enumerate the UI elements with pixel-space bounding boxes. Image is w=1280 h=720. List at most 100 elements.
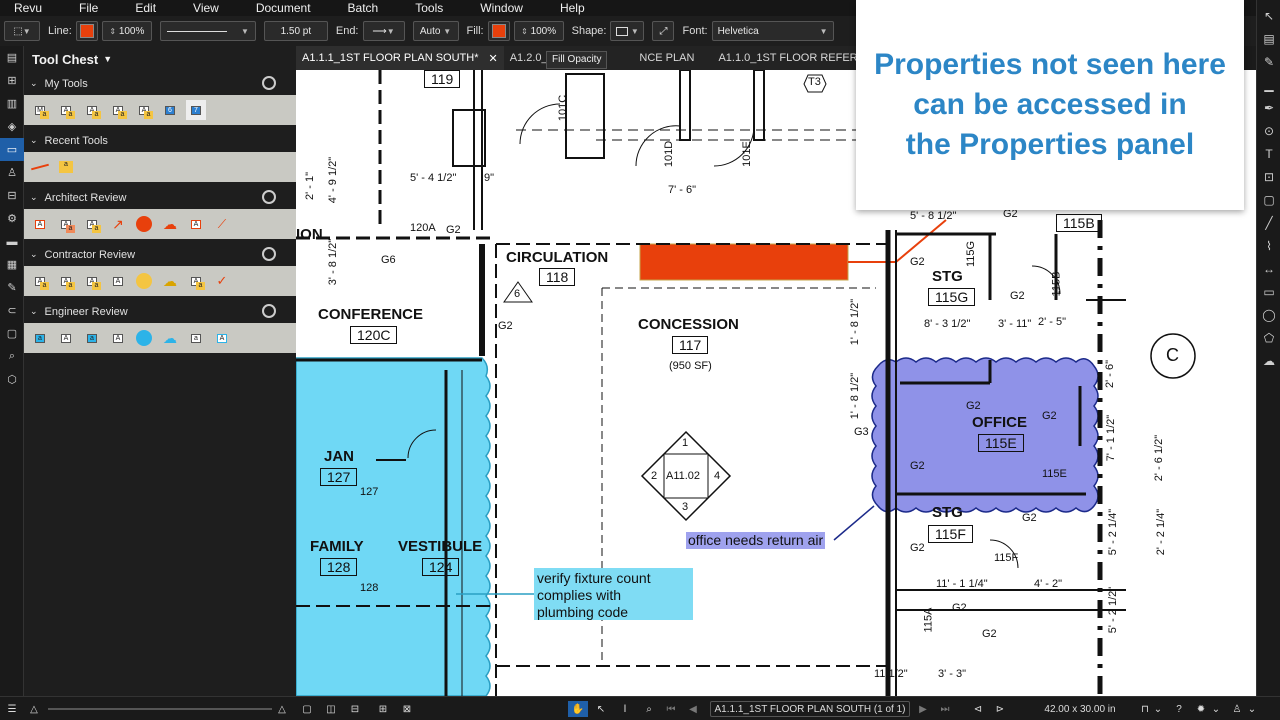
section-recent-tools-header[interactable]: ⌄ Recent Tools (24, 131, 296, 150)
stamp-tool[interactable] (134, 271, 154, 291)
markup-icon[interactable]: ✎ (1257, 50, 1280, 73)
recent-callout-tool[interactable]: a (56, 157, 76, 177)
line-start-dropdown[interactable]: Auto ▼ (412, 21, 459, 41)
polygon-icon[interactable]: ⬠ (1257, 326, 1280, 349)
tool-item[interactable]: Aa (108, 100, 128, 120)
zoom-slider[interactable] (48, 701, 272, 717)
warning-icon[interactable]: △ (276, 701, 288, 717)
cloud-icon[interactable]: ☁ (1257, 349, 1280, 372)
search-icon[interactable]: ⌕ (0, 345, 24, 368)
section-engineer-review-header[interactable]: ⌄ Engineer Review (24, 302, 296, 321)
tool-chest-title[interactable]: Tool Chest ▼ (24, 46, 296, 72)
cyan-cloud-markup[interactable] (296, 357, 491, 696)
callout-icon[interactable]: ⊡ (1257, 165, 1280, 188)
properties-icon[interactable]: ▤ (1257, 27, 1280, 50)
tool-item[interactable]: a (82, 328, 102, 348)
section-architect-review-header[interactable]: ⌄ Architect Review (24, 188, 296, 207)
tool-item[interactable]: Aa (134, 100, 154, 120)
pan-hand-icon[interactable]: ✋ (568, 701, 588, 717)
select-pointer-icon[interactable]: ↖ (594, 701, 608, 717)
orange-rectangle-markup[interactable] (639, 219, 947, 281)
tool-item[interactable]: Aa (82, 271, 102, 291)
pen-icon[interactable]: ✒ (1257, 96, 1280, 119)
tool-item[interactable]: A (186, 214, 206, 234)
lock-icon[interactable]: ⊓ (1138, 701, 1152, 717)
markups-list-icon[interactable]: ▦ (0, 253, 24, 276)
arrow-icon[interactable]: ↔ (1257, 257, 1280, 280)
fixture-callout[interactable]: verify fixture count complies with plumb… (534, 568, 693, 620)
tool-item[interactable]: Ma (30, 100, 50, 120)
file-access-icon[interactable]: ▥ (0, 92, 24, 115)
polyline-icon[interactable]: ⌇ (1257, 234, 1280, 257)
triangle-icon[interactable]: △ (28, 701, 40, 717)
font-dropdown[interactable]: Helvetica ▼ (711, 21, 834, 41)
tool-item[interactable]: A (56, 328, 76, 348)
tool-item[interactable]: A (108, 271, 128, 291)
tab-reference-plan[interactable]: NCE PLAN (633, 46, 700, 70)
layers-icon[interactable]: ◈ (0, 115, 24, 138)
tool-item[interactable]: Aa (56, 271, 76, 291)
highlight-icon[interactable]: ▁ (1257, 73, 1280, 96)
chevron-down-icon[interactable]: ⌄ (1152, 701, 1164, 717)
pointer-icon[interactable]: ↖ (1257, 4, 1280, 27)
tool-item[interactable]: Aa (186, 271, 206, 291)
prev-page-icon[interactable]: ◀ (686, 701, 700, 717)
tab-floor-plan-south[interactable]: A1.1.1_1ST FLOOR PLAN SOUTH* ✕ (296, 46, 504, 70)
edit-shape-button[interactable]: ⤢ (652, 21, 675, 41)
tool-item[interactable]: Aa (56, 100, 76, 120)
line-color-button[interactable] (75, 21, 98, 41)
forms-icon[interactable]: ▢ (0, 322, 24, 345)
tool-item[interactable]: A (108, 328, 128, 348)
compare-icon[interactable]: ⊠ (400, 701, 414, 717)
note-icon[interactable]: ▢ (1257, 188, 1280, 211)
gear-icon[interactable] (262, 304, 276, 318)
tool-item[interactable]: Aa (30, 271, 50, 291)
select-tool-dropdown[interactable]: ⬚ ▼ (4, 21, 40, 41)
links-icon[interactable]: ⊂ (0, 299, 24, 322)
pen-icon[interactable]: ✎ (0, 276, 24, 299)
fill-opacity-stepper[interactable]: ⇕ 100% (513, 21, 564, 41)
tool-item[interactable]: 6 (160, 100, 180, 120)
check-tool[interactable]: ✓ (212, 271, 232, 291)
tool-chest-icon[interactable]: ▭ (0, 138, 24, 161)
user-icon[interactable]: ♙ (1230, 701, 1244, 717)
chevron-down-icon[interactable]: ⌄ (1210, 701, 1222, 717)
split-horizontal-icon[interactable]: ⊟ (348, 701, 362, 717)
tool-item[interactable]: 7 (186, 100, 206, 120)
menu-revu[interactable]: Revu (0, 1, 42, 15)
menu-edit[interactable]: Edit (121, 1, 156, 15)
recent-line-tool[interactable] (30, 157, 50, 177)
line-width-field[interactable]: 1.50 pt (263, 21, 328, 41)
menu-help[interactable]: Help (546, 1, 585, 15)
stamp-icon[interactable]: ⊙ (1257, 119, 1280, 142)
line-icon[interactable]: ╱ (1257, 211, 1280, 234)
chevron-down-icon[interactable]: ⌄ (1246, 701, 1258, 717)
text-select-icon[interactable]: Ⅰ (618, 701, 632, 717)
tool-item[interactable]: Aa (82, 214, 102, 234)
last-page-icon[interactable]: ⏭ (938, 701, 952, 717)
stamp-tool[interactable] (134, 328, 154, 348)
split-vertical-icon[interactable]: ◫ (324, 701, 338, 717)
section-contractor-review-header[interactable]: ⌄ Contractor Review (24, 245, 296, 264)
cloud-tool[interactable]: ☁ (160, 271, 180, 291)
tool-item[interactable]: Aa (82, 100, 102, 120)
zoom-icon[interactable]: ⌕ (642, 701, 656, 717)
cloud-tool[interactable]: ☁ (160, 328, 180, 348)
arrow-tool[interactable]: ↗ (108, 214, 128, 234)
page-selector[interactable]: A1.1.1_1ST FLOOR PLAN SOUTH (1 of 1) (710, 701, 910, 717)
settings-icon[interactable]: ⚙ (0, 207, 24, 230)
list-icon[interactable]: ☰ (4, 701, 20, 717)
tool-item[interactable]: A (30, 214, 50, 234)
menu-document[interactable]: Document (242, 1, 311, 15)
tool-item[interactable]: a (186, 328, 206, 348)
fill-color-button[interactable] (487, 21, 510, 41)
line-opacity-stepper[interactable]: ⇕ 100% (101, 21, 152, 41)
tool-item[interactable]: Aa (56, 214, 76, 234)
thumbnails-icon[interactable]: ▤ (0, 46, 24, 69)
first-page-icon[interactable]: ⏮ (664, 701, 678, 717)
sync-icon[interactable]: ⊞ (376, 701, 390, 717)
signatures-icon[interactable]: ♙ (0, 161, 24, 184)
dimension-tool[interactable]: ⟋ (212, 214, 232, 234)
forward-icon[interactable]: ⊳ (992, 701, 1008, 717)
gear-icon[interactable] (262, 76, 276, 90)
